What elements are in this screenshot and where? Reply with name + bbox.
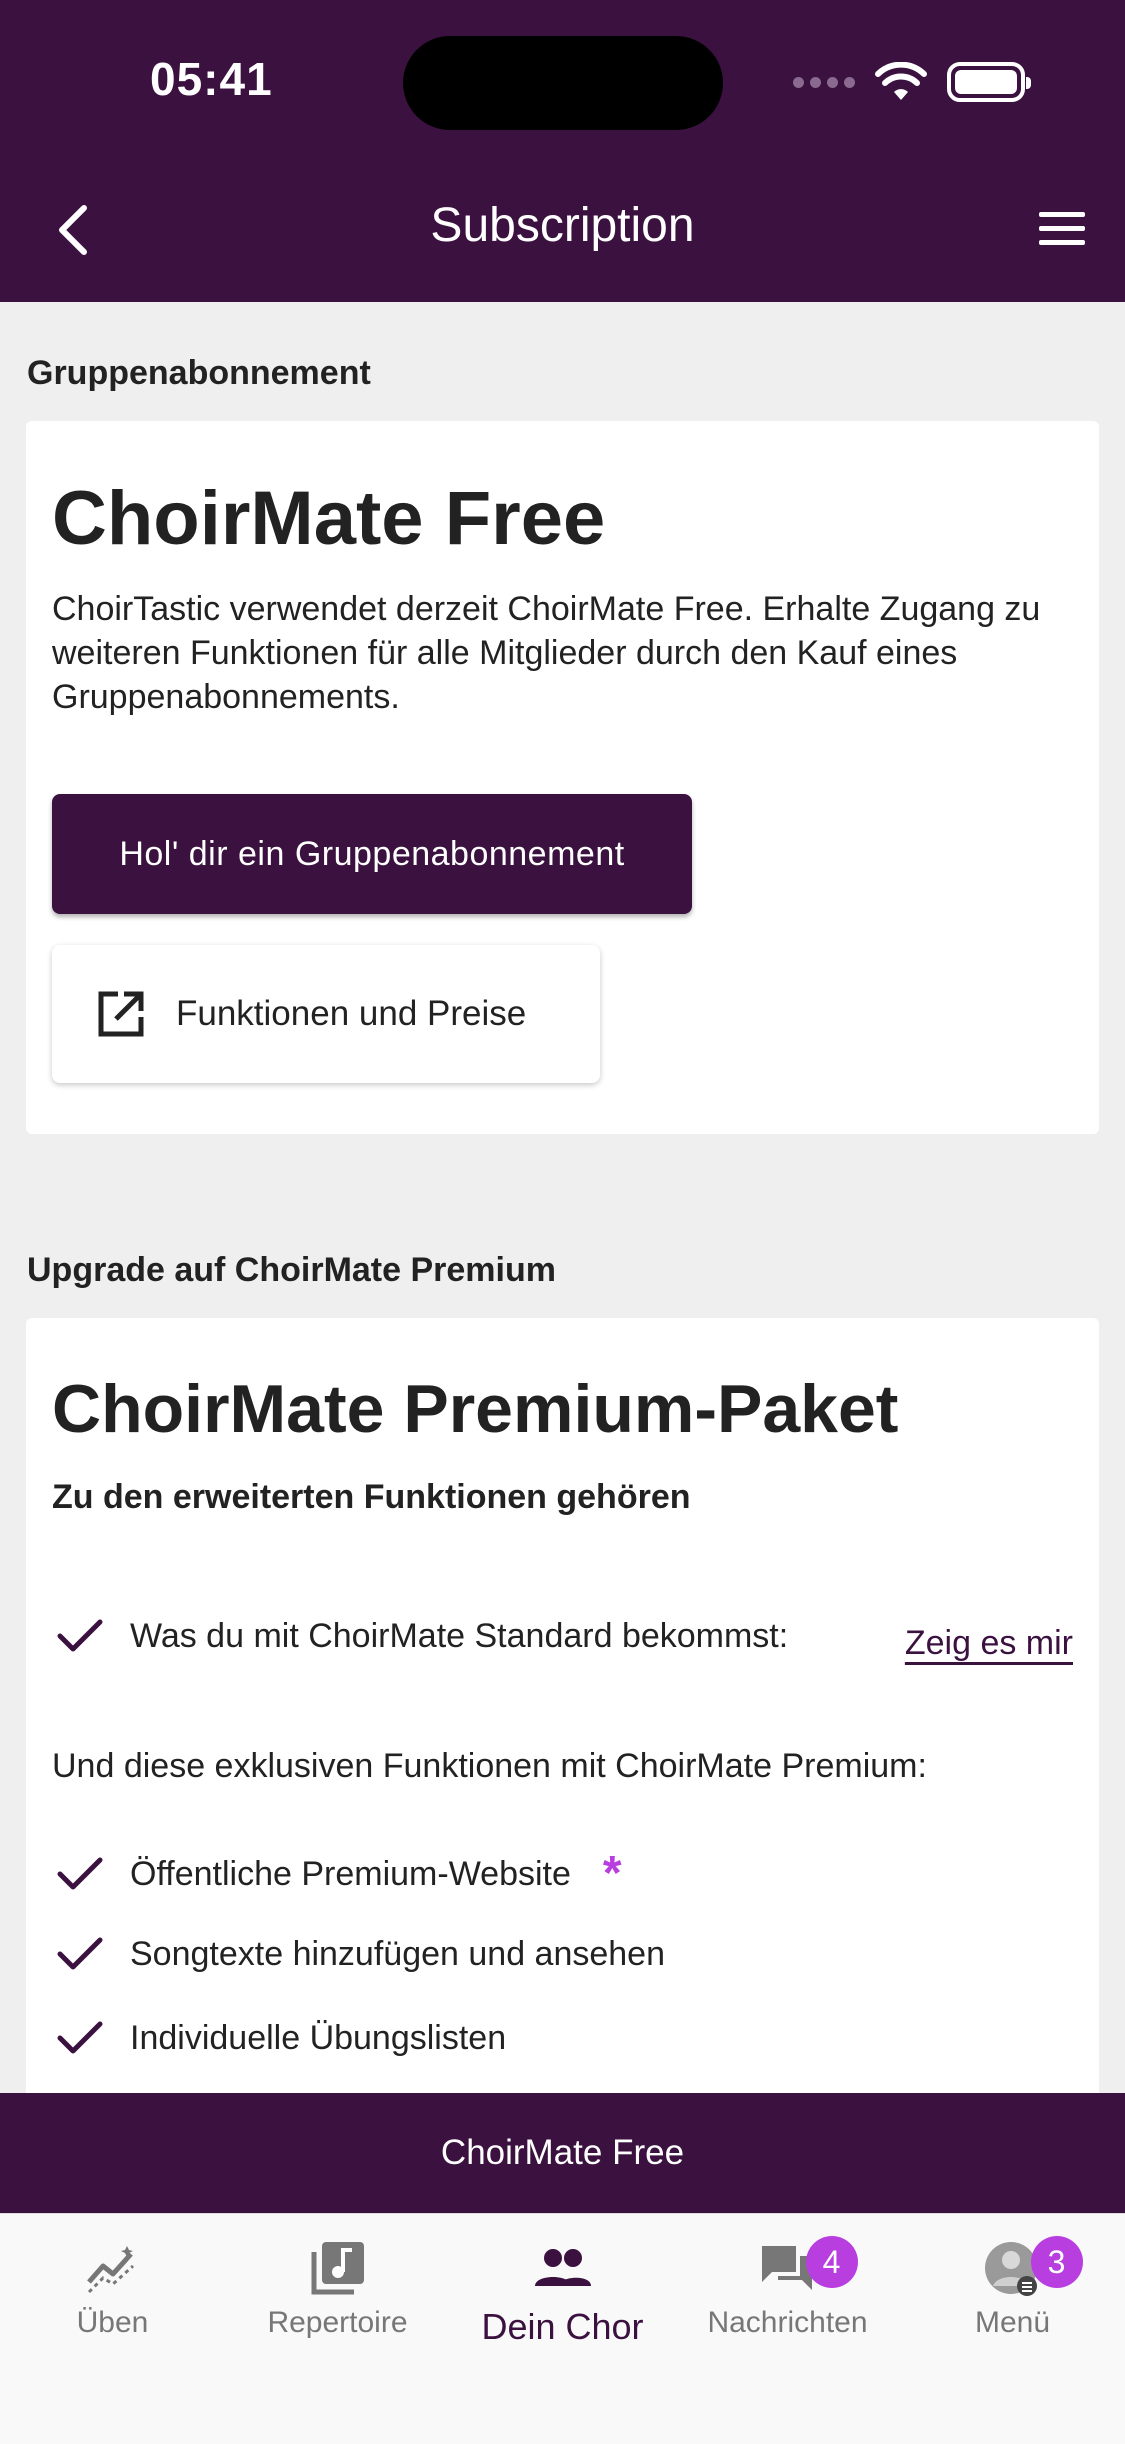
messages-badge: 4 — [805, 2236, 858, 2288]
feature-item: Songtexte hinzufügen und ansehen — [56, 1934, 665, 1974]
hamburger-menu-icon[interactable] — [1037, 208, 1087, 250]
feature-label: Individuelle Übungslisten — [130, 2018, 507, 2057]
group-subscription-card: ChoirMate Free ChoirTastic verwendet der… — [26, 421, 1099, 1134]
tab-dein-chor[interactable]: Dein Chor — [450, 2238, 675, 2348]
chart-line-icon — [86, 2246, 134, 2294]
check-icon — [57, 1937, 103, 1970]
tab-label: Üben — [76, 2306, 149, 2339]
battery-icon — [947, 62, 1031, 102]
exclusive-features-intro: Und diese exklusiven Funktionen mit Choi… — [52, 1747, 927, 1785]
feature-item: Öffentliche Premium-Website * — [56, 1850, 622, 1898]
tab-repertoire[interactable]: Repertoire — [225, 2238, 450, 2340]
tab-label: Dein Chor — [481, 2306, 644, 2347]
premium-package-title: ChoirMate Premium-Paket — [52, 1371, 899, 1447]
cellular-signal-icon — [793, 76, 855, 88]
standard-features-row: Was du mit ChoirMate Standard bekommst: — [56, 1616, 788, 1656]
group-subscription-heading: Gruppenabonnement — [27, 354, 371, 392]
tab-label: Nachrichten — [707, 2306, 868, 2339]
standard-features-label: Was du mit ChoirMate Standard bekommst: — [130, 1616, 789, 1655]
current-plan-bar[interactable]: ChoirMate Free — [0, 2093, 1125, 2213]
tab-label: Repertoire — [267, 2306, 408, 2339]
get-group-subscription-button[interactable]: Hol' dir ein Gruppenabonnement — [52, 794, 692, 914]
feature-label: Öffentliche Premium-Website — [130, 1854, 571, 1893]
avatar-icon-wrap: 3 — [983, 2236, 1083, 2298]
premium-upgrade-heading: Upgrade auf ChoirMate Premium — [27, 1251, 556, 1289]
feature-label: Songtexte hinzufügen und ansehen — [130, 1934, 666, 1973]
premium-package-card: ChoirMate Premium-Paket Zu den erweitert… — [26, 1318, 1099, 2093]
premium-asterisk: * — [602, 1847, 622, 1900]
feature-item: Individuelle Übungslisten — [56, 2018, 506, 2058]
check-icon — [57, 2021, 103, 2054]
external-link-icon — [98, 991, 144, 1037]
tab-label: Menü — [974, 2306, 1051, 2339]
status-icons — [793, 60, 1031, 104]
bottom-tab-bar: Üben Repertoire Dein Chor 4 Nachrichten — [0, 2213, 1125, 2444]
music-note-icon — [311, 2242, 364, 2295]
top-app-bar: 05:41 Subscription — [0, 0, 1125, 302]
check-icon — [57, 1619, 103, 1652]
status-time: 05:41 — [150, 53, 273, 105]
current-plan-description: ChoirTastic verwendet derzeit ChoirMate … — [52, 590, 1041, 716]
show-me-link[interactable]: Zeig es mir — [905, 1624, 1073, 1663]
features-and-pricing-label: Funktionen und Preise — [176, 994, 527, 1033]
page-title: Subscription — [430, 199, 695, 252]
features-and-pricing-button[interactable]: Funktionen und Preise — [52, 945, 600, 1083]
wifi-icon — [875, 62, 927, 100]
group-icon — [534, 2249, 591, 2286]
tab-nachrichten[interactable]: 4 Nachrichten — [675, 2236, 900, 2340]
chat-icon-wrap: 4 — [758, 2236, 858, 2298]
current-plan-title: ChoirMate Free — [52, 476, 606, 561]
tab-ueben[interactable]: Üben — [0, 2238, 225, 2340]
dynamic-island — [403, 36, 723, 130]
tab-menue[interactable]: 3 Menü — [900, 2236, 1125, 2340]
check-icon — [57, 1857, 103, 1890]
premium-subtitle: Zu den erweiterten Funktionen gehören — [52, 1478, 691, 1516]
menu-badge: 3 — [1030, 2236, 1083, 2288]
